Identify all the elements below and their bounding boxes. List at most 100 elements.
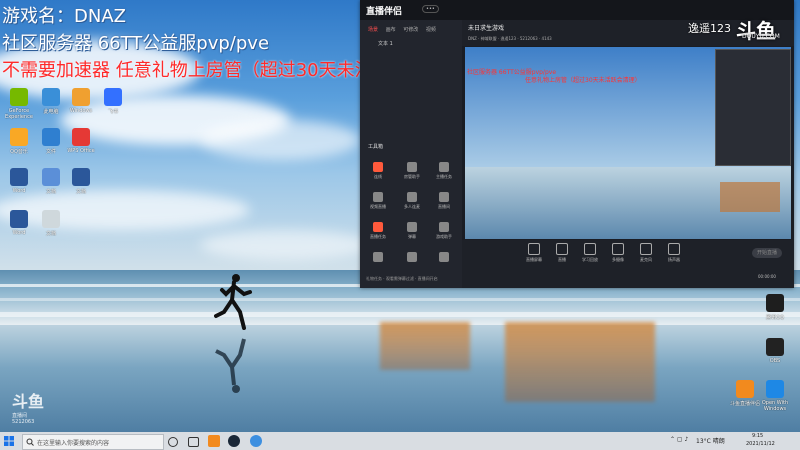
toolbox-item[interactable]: 主播任务 bbox=[430, 162, 458, 180]
desktop-icon[interactable]: GeForce Experience bbox=[4, 88, 34, 120]
level-badge[interactable]: ••• bbox=[422, 5, 439, 13]
steam-taskbar-icon[interactable] bbox=[228, 435, 240, 447]
runner-reflection bbox=[215, 338, 246, 393]
toolbox-item[interactable]: 游戏助手 bbox=[430, 222, 458, 240]
desktop-icon[interactable]: WPS Office bbox=[66, 128, 96, 154]
toolbox-item[interactable]: 弹幕 bbox=[398, 222, 426, 240]
app-icon bbox=[766, 294, 784, 312]
desktop-icon[interactable]: Word bbox=[4, 168, 34, 194]
stream-preview[interactable]: 社区服务器 66TT公益服pvp/pve 任意礼物上房管（超过30天未活跃会清理… bbox=[465, 47, 791, 239]
toolbox-item[interactable]: 多人连麦 bbox=[398, 192, 426, 210]
control-button[interactable]: 学习回放 bbox=[578, 243, 602, 263]
tab-edit[interactable]: 可修改 bbox=[403, 27, 418, 33]
streamer-name: 逸遥123 bbox=[688, 22, 731, 35]
overlay-game-name: 游戏名：DNAZ bbox=[2, 6, 126, 27]
toolbox-item[interactable]: 连线 bbox=[364, 162, 392, 180]
task-view-icon[interactable] bbox=[188, 437, 199, 447]
desktop-icon[interactable]: Word bbox=[4, 210, 34, 236]
app-logo: 直播伴侣 bbox=[366, 7, 403, 17]
desktop-icon[interactable]: 飞书 bbox=[98, 88, 128, 115]
tab-scene[interactable]: 场景 bbox=[368, 27, 378, 33]
app-icon bbox=[736, 380, 754, 398]
app-icon bbox=[72, 128, 90, 146]
desktop-icon[interactable]: 文档 bbox=[36, 168, 66, 195]
taskbar-search[interactable]: 在这里输入你要搜索的内容 bbox=[22, 434, 164, 450]
control-button[interactable]: 直播 bbox=[550, 243, 574, 263]
tool-icon bbox=[373, 222, 383, 232]
control-icon bbox=[612, 243, 624, 255]
clock-time[interactable]: 9:15 bbox=[752, 433, 763, 439]
stream-info: DNZ · 神域联盟 · 逸遥123 · 5212063 · 4143 bbox=[468, 36, 552, 41]
streamer-app-window: 直播伴侣 ••• 场景 画布 可修改 视频 文本 1 工具箱 连线 房管助手 主播任… bbox=[360, 0, 794, 288]
control-button[interactable]: 直播屏幕 bbox=[522, 243, 546, 263]
app-icon bbox=[10, 210, 28, 228]
tray-icons[interactable]: ⌃ ▢ ♪ bbox=[670, 436, 688, 443]
tab-video[interactable]: 视频 bbox=[426, 27, 436, 33]
toolbox-item[interactable] bbox=[398, 252, 426, 264]
desktop-icon[interactable]: 文档 bbox=[36, 210, 66, 237]
app-icon bbox=[72, 168, 90, 186]
desktop-icon[interactable]: Windows bbox=[66, 88, 96, 114]
tool-icon bbox=[407, 162, 417, 172]
weather[interactable]: 13°C 晴朗 bbox=[696, 436, 725, 445]
overlay-server: 社区服务器 66TT公益服pvp/pve bbox=[2, 33, 270, 54]
desktop-icon[interactable]: 文档 bbox=[66, 168, 96, 195]
left-panel: 场景 画布 可修改 视频 文本 1 工具箱 连线 房管助手 主播任务 视频直播 多人连麦… bbox=[360, 20, 462, 288]
app-icon bbox=[42, 128, 60, 146]
tool-icon bbox=[439, 162, 449, 172]
app-icon bbox=[10, 168, 28, 186]
control-icon bbox=[556, 243, 568, 255]
app-icon bbox=[766, 338, 784, 356]
start-live-button[interactable]: 开始直播 bbox=[752, 248, 782, 258]
app-taskbar-icon[interactable] bbox=[250, 435, 262, 447]
douyu-watermark: 斗鱼 直播间 5212063 bbox=[12, 392, 45, 425]
desktop-icon[interactable]: 此电脑 bbox=[36, 88, 66, 115]
desktop-icon[interactable]: Open With Windows bbox=[760, 380, 790, 412]
douyu-url: DOUYU.COM bbox=[742, 33, 780, 40]
tab-canvas[interactable]: 画布 bbox=[386, 27, 396, 33]
live-timer: 00:00:00 bbox=[758, 274, 776, 279]
app-icon bbox=[104, 88, 122, 106]
control-icon bbox=[668, 243, 680, 255]
taskbar: 在这里输入你要搜索的内容 ⌃ ▢ ♪ 13°C 晴朗 9:15 2021/11/… bbox=[0, 432, 800, 450]
tool-icon bbox=[407, 222, 417, 232]
control-button[interactable]: 扬声器 bbox=[662, 243, 686, 263]
desktop-icon[interactable]: OBS bbox=[760, 338, 790, 364]
app-icon bbox=[10, 128, 28, 146]
control-button[interactable]: 多摄像 bbox=[606, 243, 630, 263]
control-icon bbox=[640, 243, 652, 255]
toolbox-item[interactable]: 房管助手 bbox=[398, 162, 426, 180]
bottom-status: 礼物任务 · 观看需弹幕过滤 · 直播间开启 bbox=[366, 276, 438, 281]
stream-title[interactable]: 未日求生游戏 bbox=[468, 23, 504, 32]
scene-item[interactable]: 文本 1 bbox=[378, 40, 393, 47]
clock-date[interactable]: 2021/11/12 bbox=[746, 441, 775, 447]
runner-silhouette bbox=[214, 274, 252, 330]
desktop-icon[interactable]: 斗鱼直播伴侣 bbox=[730, 380, 760, 407]
control-button[interactable]: 麦克风 bbox=[634, 243, 658, 263]
douyu-taskbar-icon[interactable] bbox=[208, 435, 220, 447]
app-icon bbox=[766, 380, 784, 398]
desktop-icon[interactable]: QQ音乐 bbox=[4, 128, 34, 155]
search-icon bbox=[26, 438, 34, 446]
toolbox-item[interactable] bbox=[430, 252, 458, 264]
cortana-icon[interactable] bbox=[168, 437, 178, 447]
control-icon bbox=[528, 243, 540, 255]
control-icon bbox=[584, 243, 596, 255]
tool-icon bbox=[439, 252, 449, 262]
toolbox-item[interactable]: 直播间 bbox=[430, 192, 458, 210]
tool-icon bbox=[439, 222, 449, 232]
toolbox-item[interactable]: 直播任务 bbox=[364, 222, 392, 240]
toolbox-item[interactable]: 视频直播 bbox=[364, 192, 392, 210]
desktop-icon[interactable]: 文件 bbox=[36, 128, 66, 155]
toolbox-item[interactable] bbox=[364, 252, 392, 264]
tool-icon bbox=[373, 192, 383, 202]
app-icon bbox=[42, 88, 60, 106]
app-icon bbox=[10, 88, 28, 106]
desktop-icon[interactable]: 腾讯QQ bbox=[760, 294, 790, 321]
nested-preview bbox=[715, 49, 791, 166]
search-placeholder: 在这里输入你要搜索的内容 bbox=[37, 440, 110, 447]
app-icon bbox=[72, 88, 90, 106]
tool-icon bbox=[407, 192, 417, 202]
tool-icon bbox=[373, 162, 383, 172]
start-windows-icon[interactable] bbox=[4, 436, 14, 446]
